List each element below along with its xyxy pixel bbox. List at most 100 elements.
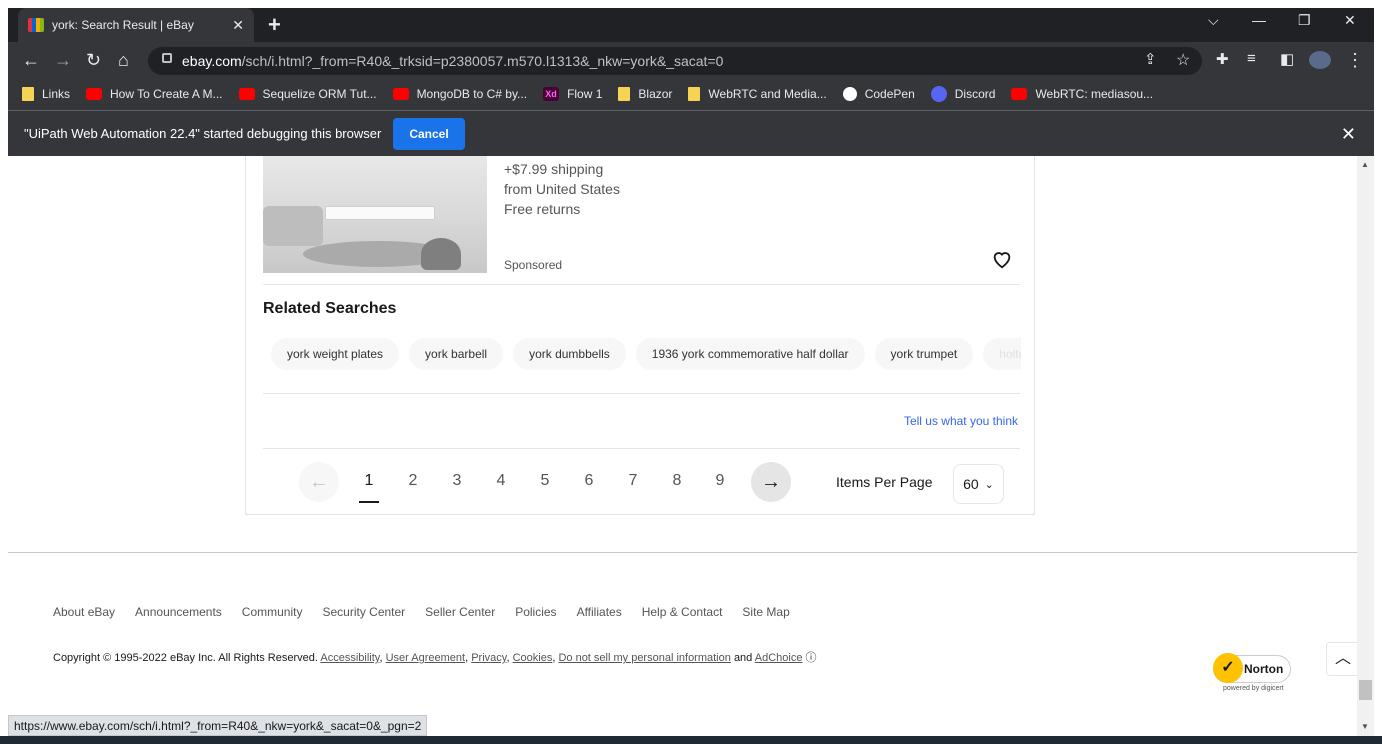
browser-tab[interactable]: york: Search Result | eBay ✕ bbox=[18, 8, 254, 42]
info-icon: ⓘ bbox=[805, 652, 817, 664]
origin-text: from United States bbox=[504, 181, 620, 197]
copyright-line: Copyright © 1995-2022 eBay Inc. All Righ… bbox=[53, 652, 817, 664]
side-panel-icon[interactable]: ◧ bbox=[1280, 50, 1294, 68]
footer-links: About eBay Announcements Community Secur… bbox=[53, 605, 810, 619]
back-to-top-button[interactable]: ︿ bbox=[1326, 642, 1357, 676]
bookmark-2[interactable]: Sequelize ORM Tut... bbox=[238, 87, 377, 101]
reading-list-icon[interactable]: ≡ bbox=[1247, 50, 1256, 67]
lock-icon[interactable] bbox=[162, 53, 172, 63]
do-not-sell-link[interactable]: Do not sell my personal information bbox=[558, 652, 730, 664]
menu-icon[interactable]: ⋮ bbox=[1346, 50, 1364, 71]
previous-page-button[interactable]: ← bbox=[299, 462, 339, 502]
footer-link[interactable]: Security Center bbox=[322, 605, 405, 619]
related-search-chip[interactable]: york weight plates bbox=[271, 338, 400, 370]
bookmark-5[interactable]: Blazor bbox=[618, 87, 672, 101]
new-tab-icon[interactable]: + bbox=[268, 12, 281, 38]
folder-icon bbox=[22, 87, 34, 101]
copyright-text: Copyright © 1995-2022 eBay Inc. All Righ… bbox=[53, 652, 318, 664]
page-link-7[interactable]: 7 bbox=[623, 472, 643, 490]
share-icon[interactable]: ⇪ bbox=[1144, 50, 1157, 68]
norton-seal[interactable]: Norton ✓ powered by digicert bbox=[1213, 653, 1295, 697]
page-link-8[interactable]: 8 bbox=[667, 472, 687, 490]
related-search-chip[interactable]: 1936 york commemorative half dollar bbox=[635, 338, 865, 370]
bookmark-star-icon[interactable]: ☆ bbox=[1176, 50, 1190, 70]
related-search-chip[interactable]: york barbell bbox=[409, 338, 504, 370]
tab-title: york: Search Result | eBay bbox=[52, 18, 194, 32]
user-agreement-link[interactable]: User Agreement bbox=[386, 652, 465, 664]
profile-avatar-icon[interactable] bbox=[1309, 51, 1331, 69]
feedback-link[interactable]: Tell us what you think bbox=[904, 414, 1018, 428]
watchlist-heart-icon[interactable] bbox=[991, 248, 1013, 270]
cookies-link[interactable]: Cookies bbox=[513, 652, 553, 664]
next-page-button[interactable]: → bbox=[751, 462, 791, 502]
bookmark-9[interactable]: WebRTC: mediasou... bbox=[1011, 87, 1153, 101]
page-link-1[interactable]: 1 bbox=[359, 472, 379, 490]
cabinet-shape bbox=[325, 206, 435, 220]
bookmark-label: WebRTC and Media... bbox=[708, 87, 827, 101]
window-top-edge bbox=[0, 0, 1382, 8]
divider bbox=[263, 393, 1020, 394]
related-search-chip[interactable]: holto bbox=[983, 338, 1021, 370]
bookmark-6[interactable]: WebRTC and Media... bbox=[688, 87, 827, 101]
scroll-down-icon[interactable]: ▼ bbox=[1361, 722, 1369, 731]
footer-link[interactable]: Announcements bbox=[135, 605, 222, 619]
page-link-4[interactable]: 4 bbox=[491, 472, 511, 490]
page-link-9[interactable]: 9 bbox=[710, 472, 730, 490]
and-text: and bbox=[733, 652, 753, 664]
related-searches-list: york weight plates york barbell york dum… bbox=[271, 338, 1021, 370]
back-icon[interactable]: ← bbox=[22, 50, 40, 71]
bookmark-8[interactable]: Discord bbox=[930, 86, 995, 102]
bookmark-links[interactable]: Links bbox=[22, 87, 70, 101]
close-window-icon[interactable]: ✕ bbox=[1344, 12, 1356, 29]
footer-link[interactable]: Affiliates bbox=[577, 605, 622, 619]
cancel-button[interactable]: Cancel bbox=[393, 117, 465, 150]
page-link-5[interactable]: 5 bbox=[535, 472, 555, 490]
divider bbox=[263, 448, 1020, 449]
debug-message: "UiPath Web Automation 22.4" started deb… bbox=[24, 126, 382, 141]
listing-image[interactable] bbox=[263, 156, 487, 273]
footer-link[interactable]: About eBay bbox=[53, 605, 115, 619]
footer-link[interactable]: Community bbox=[242, 605, 303, 619]
items-per-page-select[interactable]: 60 ⌄ bbox=[953, 464, 1004, 504]
youtube-icon bbox=[392, 88, 409, 100]
bookmark-3[interactable]: MongoDB to C# by... bbox=[392, 87, 528, 101]
tab-search-icon[interactable]: ⌵ bbox=[1208, 12, 1219, 29]
extensions-icon[interactable]: ✚ bbox=[1216, 50, 1229, 68]
adchoice-link[interactable]: AdChoice bbox=[755, 652, 803, 664]
vertical-scrollbar[interactable]: ▲ ▼ bbox=[1357, 156, 1374, 738]
close-infobar-icon[interactable]: ✕ bbox=[1341, 124, 1356, 145]
bookmark-label: MongoDB to C# by... bbox=[416, 87, 528, 101]
minimize-icon[interactable]: — bbox=[1252, 12, 1266, 28]
close-tab-icon[interactable]: ✕ bbox=[232, 17, 244, 34]
related-search-chip[interactable]: york trumpet bbox=[874, 338, 974, 370]
checkmark-icon: ✓ bbox=[1213, 653, 1243, 683]
home-icon[interactable]: ⌂ bbox=[118, 50, 129, 71]
scrollbar-thumb[interactable] bbox=[1359, 680, 1372, 700]
folder-icon bbox=[688, 87, 701, 101]
related-searches-title: Related Searches bbox=[263, 300, 397, 317]
discord-icon bbox=[930, 86, 947, 102]
accessibility-link[interactable]: Accessibility bbox=[320, 652, 379, 664]
restore-icon[interactable]: ❐ bbox=[1298, 12, 1311, 29]
page-link-3[interactable]: 3 bbox=[447, 472, 467, 490]
footer-link[interactable]: Site Map bbox=[742, 605, 789, 619]
bookmark-1[interactable]: How To Create A M... bbox=[86, 87, 223, 101]
related-search-chip[interactable]: york dumbbells bbox=[513, 338, 626, 370]
footer-link[interactable]: Policies bbox=[515, 605, 556, 619]
address-bar[interactable]: ebay.com/sch/i.html?_from=R40&_trksid=p2… bbox=[148, 47, 1202, 75]
scroll-up-icon[interactable]: ▲ bbox=[1361, 160, 1369, 169]
footer-link[interactable]: Help & Contact bbox=[642, 605, 723, 619]
bookmark-7[interactable]: CodePen bbox=[842, 87, 915, 101]
bookmark-4[interactable]: Xd Flow 1 bbox=[543, 87, 602, 101]
page-link-6[interactable]: 6 bbox=[579, 472, 599, 490]
forward-icon[interactable]: → bbox=[54, 50, 72, 71]
results-card: +$7.99 shipping from United States Free … bbox=[245, 156, 1035, 515]
reload-icon[interactable]: ↻ bbox=[86, 50, 101, 71]
bookmark-label: CodePen bbox=[864, 87, 915, 101]
youtube-icon bbox=[86, 88, 103, 100]
footer-link[interactable]: Seller Center bbox=[425, 605, 495, 619]
pouf-shape bbox=[421, 238, 461, 270]
page-link-2[interactable]: 2 bbox=[403, 472, 423, 490]
items-per-page-label: Items Per Page bbox=[836, 474, 933, 490]
privacy-link[interactable]: Privacy bbox=[471, 652, 506, 664]
